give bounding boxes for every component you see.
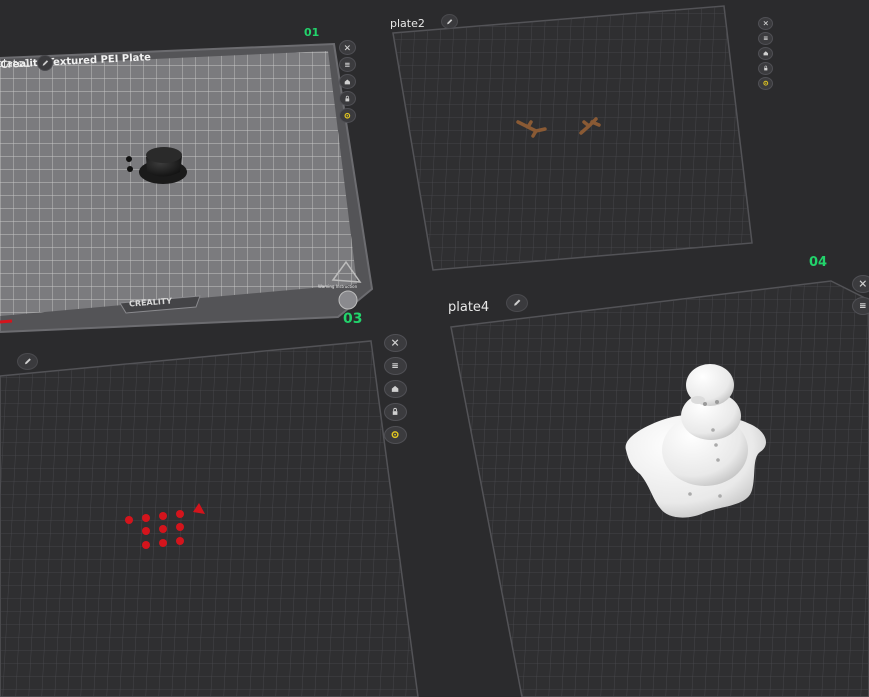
pencil-icon	[42, 60, 48, 66]
plate2-bed[interactable]	[392, 5, 753, 271]
plate1-toolbar	[339, 40, 356, 123]
plate3-orient-button[interactable]	[384, 380, 407, 398]
plate1-lock-button[interactable]	[339, 91, 356, 106]
plate1-name: plate1	[0, 57, 31, 70]
plate2-arrange-button[interactable]	[758, 32, 773, 45]
plate3-index: 03	[343, 311, 363, 327]
home-icon	[392, 386, 399, 393]
plate1-bed[interactable]	[0, 42, 374, 334]
lock-icon	[345, 95, 350, 102]
plate2-name: plate2	[390, 17, 425, 30]
gear-icon	[391, 431, 400, 439]
plate2-settings-button[interactable]	[758, 77, 773, 90]
plate1-settings-button[interactable]	[339, 108, 356, 123]
plate2-edit-name-button[interactable]	[441, 14, 458, 29]
plate1-arrange-button[interactable]	[339, 57, 356, 72]
plate2-orient-button[interactable]	[758, 47, 773, 60]
plate3-settings-button[interactable]	[384, 426, 407, 444]
plate3-close-button[interactable]	[384, 334, 407, 352]
plate4-name: plate4	[448, 300, 490, 315]
close-icon	[763, 21, 768, 26]
list-icon	[860, 303, 866, 309]
build-plates-canvas[interactable]	[0, 0, 869, 697]
plate1-edit-name-button[interactable]	[37, 55, 53, 71]
close-icon	[859, 280, 867, 288]
plate4-index: 04	[809, 255, 828, 270]
plate2-lock-button[interactable]	[758, 62, 773, 75]
plate3-bed[interactable]	[0, 340, 419, 697]
list-icon	[345, 62, 350, 67]
plate2-close-button[interactable]	[758, 17, 773, 30]
lock-icon	[393, 408, 398, 416]
gear-icon	[344, 112, 351, 119]
plate3-toolbar	[384, 334, 407, 444]
plate4-arrange-button[interactable]	[852, 297, 869, 315]
plate4-close-button[interactable]	[852, 275, 869, 293]
plate4-toolbar	[852, 275, 869, 315]
plate1-warning-label: Warning Instruction	[318, 284, 358, 289]
plate2-toolbar	[758, 17, 773, 90]
pencil-icon	[24, 358, 31, 365]
close-icon	[392, 339, 399, 347]
lock-icon	[763, 65, 768, 71]
plate3-arrange-button[interactable]	[384, 357, 407, 375]
home-icon	[763, 51, 768, 56]
list-icon	[392, 363, 399, 369]
pencil-icon	[514, 299, 521, 306]
plate1-orient-button[interactable]	[339, 74, 356, 89]
close-icon	[344, 44, 351, 51]
list-icon	[763, 36, 768, 41]
plate1-index: 01	[304, 26, 320, 39]
plate4-edit-name-button[interactable]	[506, 294, 528, 312]
gear-icon	[763, 81, 768, 86]
plate1-close-button[interactable]	[339, 40, 356, 55]
plate3-edit-name-button[interactable]	[17, 353, 38, 370]
home-icon	[344, 79, 351, 85]
pencil-icon	[447, 18, 453, 24]
plate3-lock-button[interactable]	[384, 403, 407, 421]
